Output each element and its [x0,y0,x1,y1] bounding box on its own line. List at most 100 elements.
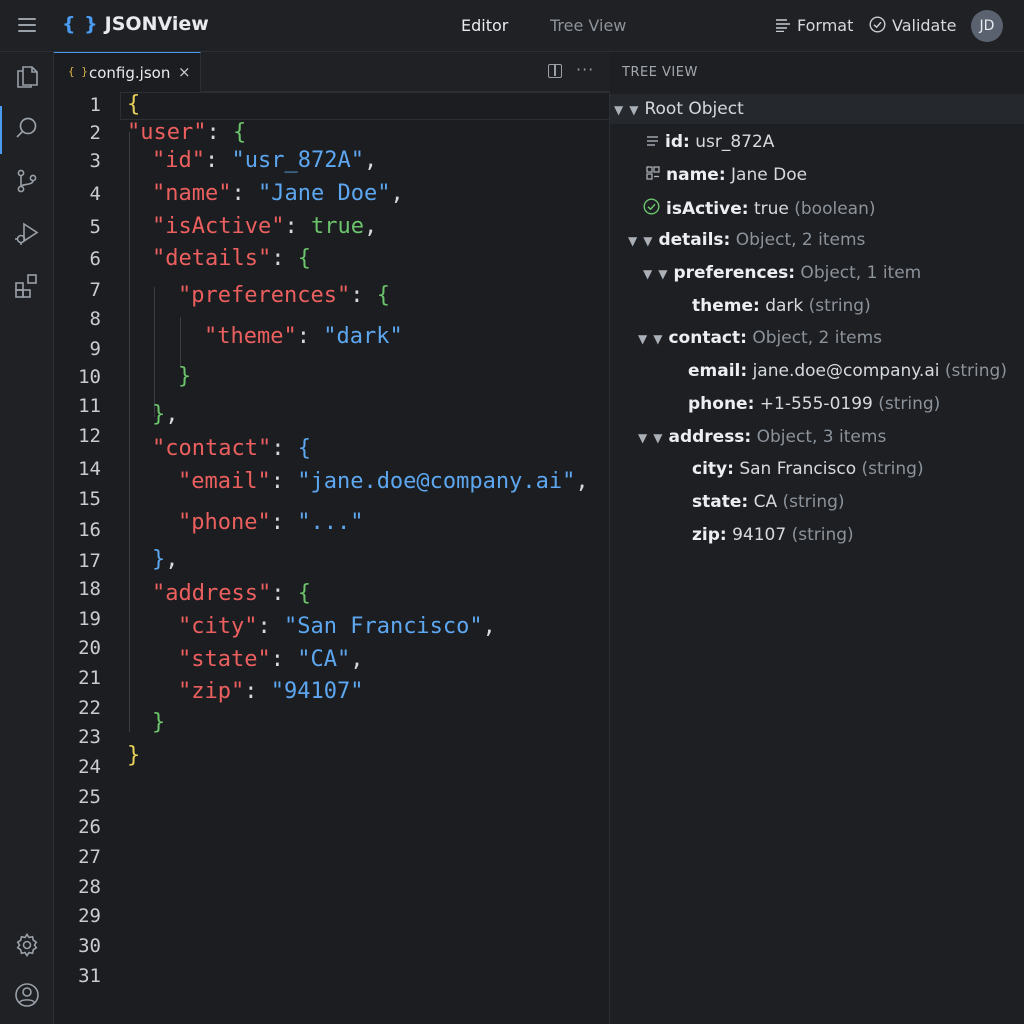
nav-tab-tree-view[interactable]: Tree View [550,16,626,35]
indent-guide [180,317,181,367]
line-number: 7 [89,279,101,301]
chevron-down-icon: ▼ [653,332,663,346]
line-number: 23 [78,726,101,748]
line-number: 2 [89,122,101,144]
code-line: "preferences": { [178,283,390,308]
code-line: "phone": "..." [178,510,364,535]
line-number: 14 [78,458,101,480]
line-number: 4 [89,183,101,205]
check-circle-icon [869,16,886,37]
line-number: 12 [78,425,101,447]
tree-node-root[interactable]: ▼ ▼ Root Object [614,99,744,119]
code-line: "isActive": true, [152,214,378,239]
hamburger-menu-icon[interactable] [18,18,36,32]
line-number: 19 [78,608,101,630]
line-number: 30 [78,935,101,957]
chevron-down-icon: ▼ [629,103,639,117]
code-line: "zip": "94107" [178,679,364,704]
code-line: "name": "Jane Doe", [152,181,404,206]
line-number: 10 [78,366,101,388]
split-editor-icon[interactable] [548,64,562,78]
line-number: 6 [89,248,101,270]
extensions-icon[interactable] [14,273,40,299]
format-button[interactable]: Format [775,16,853,36]
line-number: 8 [89,308,101,330]
chevron-down-icon: ▼ [658,267,668,281]
tree-node-details[interactable]: ▼ ▼ details: Object, 2 items [628,230,865,250]
line-number: 11 [78,395,101,417]
code-line: }, [152,402,179,427]
tree-view-title: TREE VIEW [622,65,698,80]
line-number: 17 [78,550,101,572]
tree-node-phone[interactable]: phone: +1-555-0199 (string) [688,394,940,414]
line-number: 5 [89,216,101,238]
chevron-down-icon: ▼ [643,234,653,248]
tree-node-id[interactable]: id: usr_872A [646,132,774,152]
chevron-down-icon[interactable]: ▼ [614,103,623,117]
tree-node-address[interactable]: ▼ ▼ address: Object, 3 items [638,427,886,447]
account-icon[interactable] [14,982,40,1008]
app-logo[interactable]: { } JSONView [62,13,209,35]
code-line: "user": { [127,120,247,145]
files-icon[interactable] [14,64,40,90]
code-line: "email": "jane.doe@company.ai", [178,469,589,494]
line-number: 18 [78,578,101,600]
close-icon[interactable]: × [178,63,191,81]
code-line: "details": { [152,246,311,271]
line-number: 29 [78,905,101,927]
line-number: 22 [78,697,101,719]
code-editor[interactable]: 1 2 3 4 5 6 7 8 9 10 11 12 14 15 16 17 18 19 20 21 22 23 24 25 2… [54,92,610,1024]
check-circle-icon [643,198,660,220]
format-lines-icon [775,17,791,36]
tree-node-name[interactable]: name: Jane Doe [646,165,807,185]
tree-node-state[interactable]: state: CA (string) [692,492,845,512]
line-number: 27 [78,846,101,868]
chevron-down-icon[interactable]: ▼ [638,332,647,346]
line-number: 24 [78,756,101,778]
tree-node-isactive[interactable]: isActive: true (boolean) [643,198,875,220]
line-number: 15 [78,488,101,510]
more-actions-icon[interactable]: ··· [576,60,594,79]
line-number: 26 [78,816,101,838]
line-number: 25 [78,786,101,808]
code-line: "city": "San Francisco", [178,614,496,639]
code-line: } [178,364,192,389]
code-line: { [127,92,141,117]
gear-icon[interactable] [14,932,40,958]
code-line: "id": "usr_872A", [152,148,378,173]
line-number: 9 [89,338,101,360]
editor-tab-strip: { } config.json × ··· [54,52,610,92]
active-indicator [0,106,2,154]
source-control-icon[interactable] [14,168,40,194]
chevron-down-icon: ▼ [653,431,663,445]
tree-node-zip[interactable]: zip: 94107 (string) [692,525,854,545]
line-number: 16 [78,519,101,541]
indent-guide [154,287,155,417]
code-line: "address": { [152,581,311,606]
tab-config-json[interactable]: { } config.json × [54,52,201,92]
chevron-down-icon[interactable]: ▼ [643,267,652,281]
tree-node-theme[interactable]: theme: dark (string) [692,296,871,316]
current-line-highlight [120,92,610,120]
format-label: Format [797,16,854,35]
chevron-down-icon[interactable]: ▼ [628,234,637,248]
search-icon[interactable] [14,115,40,141]
app-name: JSONView [104,13,209,35]
code-line: } [127,743,141,768]
validate-button[interactable]: Validate [869,16,956,37]
code-line: }, [152,547,179,572]
validate-label: Validate [892,16,957,35]
line-number: 3 [89,150,101,172]
tree-node-email[interactable]: email: jane.doe@company.ai (string) [688,361,1007,381]
tree-view-panel: TREE VIEW ▼ ▼ Root Object id: usr_872A nam… [610,52,1024,1024]
run-debug-icon[interactable] [14,220,40,246]
text-lines-icon [646,132,659,152]
code-line: } [152,710,166,735]
tree-node-city[interactable]: city: San Francisco (string) [692,459,924,479]
nav-tab-editor[interactable]: Editor [461,16,508,35]
tree-node-preferences[interactable]: ▼ ▼ preferences: Object, 1 item [643,263,921,283]
line-number: 20 [78,637,101,659]
tree-node-contact[interactable]: ▼ ▼ contact: Object, 2 items [638,328,882,348]
chevron-down-icon[interactable]: ▼ [638,431,647,445]
user-avatar[interactable]: JD [971,10,1003,42]
